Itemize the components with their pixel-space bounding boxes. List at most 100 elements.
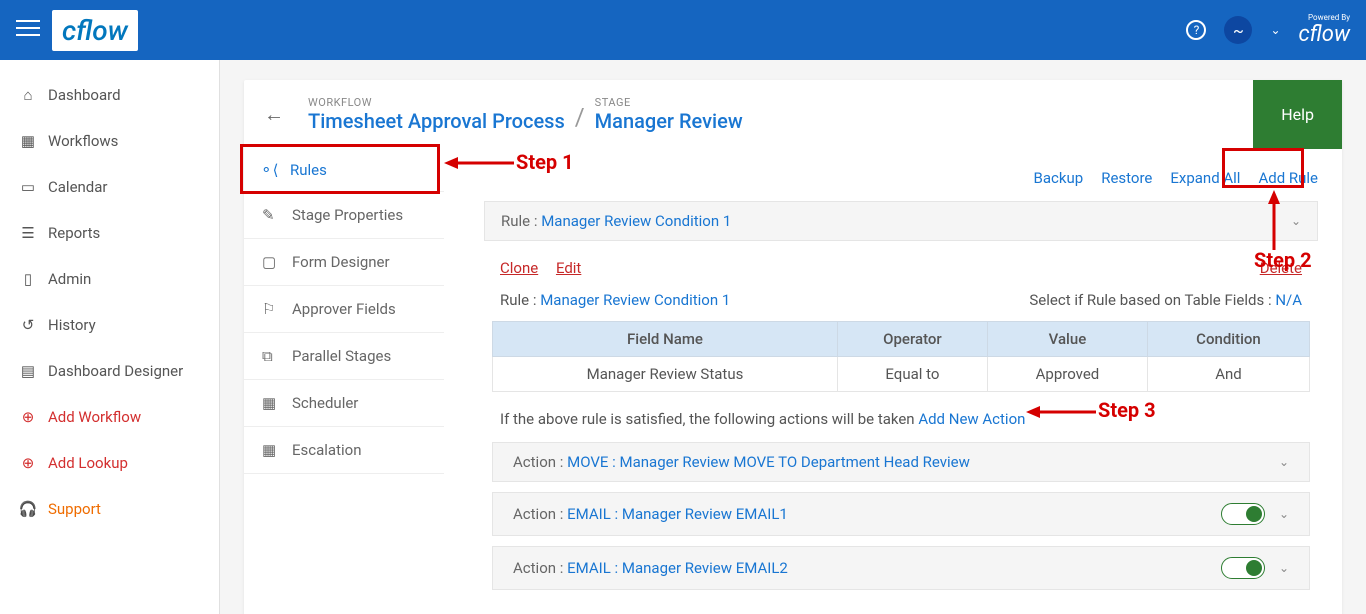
th-operator: Operator [837, 322, 987, 357]
chevron-down-icon[interactable]: ⌄ [1279, 455, 1289, 469]
back-arrow-icon[interactable]: ← [264, 102, 284, 127]
action-row-move[interactable]: Action : MOVE : Manager Review MOVE TO D… [492, 442, 1310, 482]
rule-name-text: Rule : Manager Review Condition 1 [500, 291, 730, 309]
th-condition: Condition [1147, 322, 1309, 357]
subnav-label: Escalation [292, 441, 361, 459]
subnav-scheduler[interactable]: ▦ Scheduler [244, 380, 444, 427]
action-row-email2[interactable]: Action : EMAIL : Manager Review EMAIL2 ⌄ [492, 546, 1310, 590]
sidebar-item-dashboard-designer[interactable]: ▤ Dashboard Designer [0, 348, 219, 394]
calendar-icon: ▭ [20, 178, 36, 196]
breadcrumb-workflow: WORKFLOW Timesheet Approval Process [308, 96, 565, 133]
topbar-right: ? ~ ⌄ Powered By cflow [1186, 14, 1350, 47]
sidebar: ⌂ Dashboard ▦Workflows ▭Calendar ☰Reports… [0, 60, 220, 614]
chevron-down-icon[interactable]: ⌄ [1279, 561, 1289, 575]
subnav-label: Form Designer [292, 253, 390, 271]
sidebar-item-add-workflow[interactable]: ⊕Add Workflow [0, 394, 219, 440]
subnav-stage-properties[interactable]: ✎Stage Properties [244, 192, 444, 239]
sidebar-label: Reports [48, 224, 100, 242]
calendar-icon: ▦ [262, 394, 280, 412]
add-new-action-link[interactable]: Add New Action [918, 410, 1025, 428]
layout: ⌂ Dashboard ▦Workflows ▭Calendar ☰Reports… [0, 60, 1366, 614]
toggle-switch[interactable] [1221, 557, 1265, 579]
breadcrumb: ← WORKFLOW Timesheet Approval Process / … [244, 80, 1342, 149]
panel: ← WORKFLOW Timesheet Approval Process / … [244, 80, 1342, 614]
sidebar-item-dashboard[interactable]: ⌂ Dashboard [0, 72, 219, 118]
expand-all-link[interactable]: Expand All [1170, 169, 1240, 187]
td-operator: Equal to [837, 357, 987, 392]
th-field: Field Name [493, 322, 838, 357]
sidebar-item-history[interactable]: ↺History [0, 302, 219, 348]
main: ← WORKFLOW Timesheet Approval Process / … [220, 60, 1366, 614]
action-text: Action : EMAIL : Manager Review EMAIL2 [513, 559, 788, 577]
td-value: Approved [987, 357, 1147, 392]
help-button-label: Help [1281, 105, 1314, 124]
topbar-left: cflow [16, 10, 138, 51]
help-icon[interactable]: ? [1186, 20, 1206, 40]
backup-link[interactable]: Backup [1034, 169, 1084, 187]
subnav-rules[interactable]: ⚬⟨Rules [244, 149, 444, 192]
add-rule-link[interactable]: Add Rule [1258, 169, 1318, 187]
action-controls: ⌄ [1279, 455, 1289, 469]
sidebar-label: Admin [48, 270, 91, 288]
help-button[interactable]: Help [1253, 80, 1342, 149]
grid-icon: ▦ [20, 132, 36, 150]
messenger-icon[interactable]: ~ [1224, 16, 1252, 44]
rule-links: Clone Edit Delete [492, 255, 1310, 291]
chevron-down-icon[interactable]: ⌄ [1270, 23, 1280, 37]
parallel-icon: ⧉ [262, 347, 280, 365]
breadcrumb-label: STAGE [595, 96, 743, 109]
sidebar-label: Dashboard Designer [48, 362, 183, 380]
delete-link[interactable]: Delete [1260, 259, 1302, 277]
chevron-down-icon[interactable]: ⌄ [1279, 507, 1289, 521]
rule-body: Clone Edit Delete Rule : Manager Review … [484, 241, 1318, 614]
logo-text: cflow [62, 14, 128, 47]
powered-by-logo: cflow [1299, 22, 1351, 47]
chevron-down-icon: ⌄ [1291, 214, 1301, 228]
sidebar-label: Add Workflow [48, 408, 141, 426]
logo[interactable]: cflow [52, 10, 138, 51]
sidebar-item-calendar[interactable]: ▭Calendar [0, 164, 219, 210]
toggle-switch[interactable] [1221, 503, 1265, 525]
menu-icon[interactable] [16, 16, 40, 44]
subnav-label: Stage Properties [292, 206, 403, 224]
sidebar-item-add-lookup[interactable]: ⊕Add Lookup [0, 440, 219, 486]
subnav-escalation[interactable]: ▦Escalation [244, 427, 444, 474]
sidebar-label: Support [48, 500, 101, 518]
rules-area: Backup Restore Expand All Add Rule Rule … [444, 149, 1342, 614]
rule-meta: Rule : Manager Review Condition 1 Select… [492, 291, 1310, 321]
sidebar-item-support[interactable]: 🎧Support [0, 486, 219, 532]
sidebar-item-reports[interactable]: ☰Reports [0, 210, 219, 256]
rule-header[interactable]: Rule : Manager Review Condition 1 ⌄ [484, 201, 1318, 241]
subnav-label: Rules [290, 161, 327, 179]
approver-icon: ⚐ [262, 300, 280, 318]
sidebar-label: Dashboard [48, 86, 121, 104]
subnav-parallel-stages[interactable]: ⧉ Parallel Stages [244, 333, 444, 380]
subnav-approver-fields[interactable]: ⚐ Approver Fields [244, 286, 444, 333]
plus-icon: ⊕ [20, 454, 36, 472]
th-value: Value [987, 322, 1147, 357]
subnav-label: Approver Fields [292, 300, 396, 318]
action-row-email1[interactable]: Action : EMAIL : Manager Review EMAIL1 ⌄ [492, 492, 1310, 536]
sidebar-item-admin[interactable]: ▯Admin [0, 256, 219, 302]
breadcrumb-stage: STAGE Manager Review [595, 96, 743, 133]
breadcrumb-value[interactable]: Manager Review [595, 109, 743, 133]
clone-link[interactable]: Clone [500, 259, 538, 277]
breadcrumb-separator: / [575, 103, 585, 133]
rules-toolbar: Backup Restore Expand All Add Rule [484, 161, 1318, 201]
action-intro-text: If the above rule is satisfied, the foll… [500, 410, 918, 428]
subnav-label: Parallel Stages [292, 347, 391, 365]
conditions-table: Field Name Operator Value Condition Mana… [492, 321, 1310, 392]
edit-link[interactable]: Edit [556, 259, 581, 277]
home-icon: ⌂ [20, 86, 36, 104]
form-icon: ▢ [262, 253, 280, 271]
designer-icon: ▤ [20, 362, 36, 380]
subnav-form-designer[interactable]: ▢ Form Designer [244, 239, 444, 286]
breadcrumb-value[interactable]: Timesheet Approval Process [308, 109, 565, 133]
restore-link[interactable]: Restore [1101, 169, 1152, 187]
table-row: Manager Review Status Equal to Approved … [493, 357, 1310, 392]
subnav-label: Scheduler [292, 394, 358, 412]
rule-header-text: Rule : Manager Review Condition 1 [501, 212, 731, 230]
topbar: cflow ? ~ ⌄ Powered By cflow [0, 0, 1366, 60]
sidebar-item-workflows[interactable]: ▦Workflows [0, 118, 219, 164]
action-text: Action : EMAIL : Manager Review EMAIL1 [513, 505, 788, 523]
